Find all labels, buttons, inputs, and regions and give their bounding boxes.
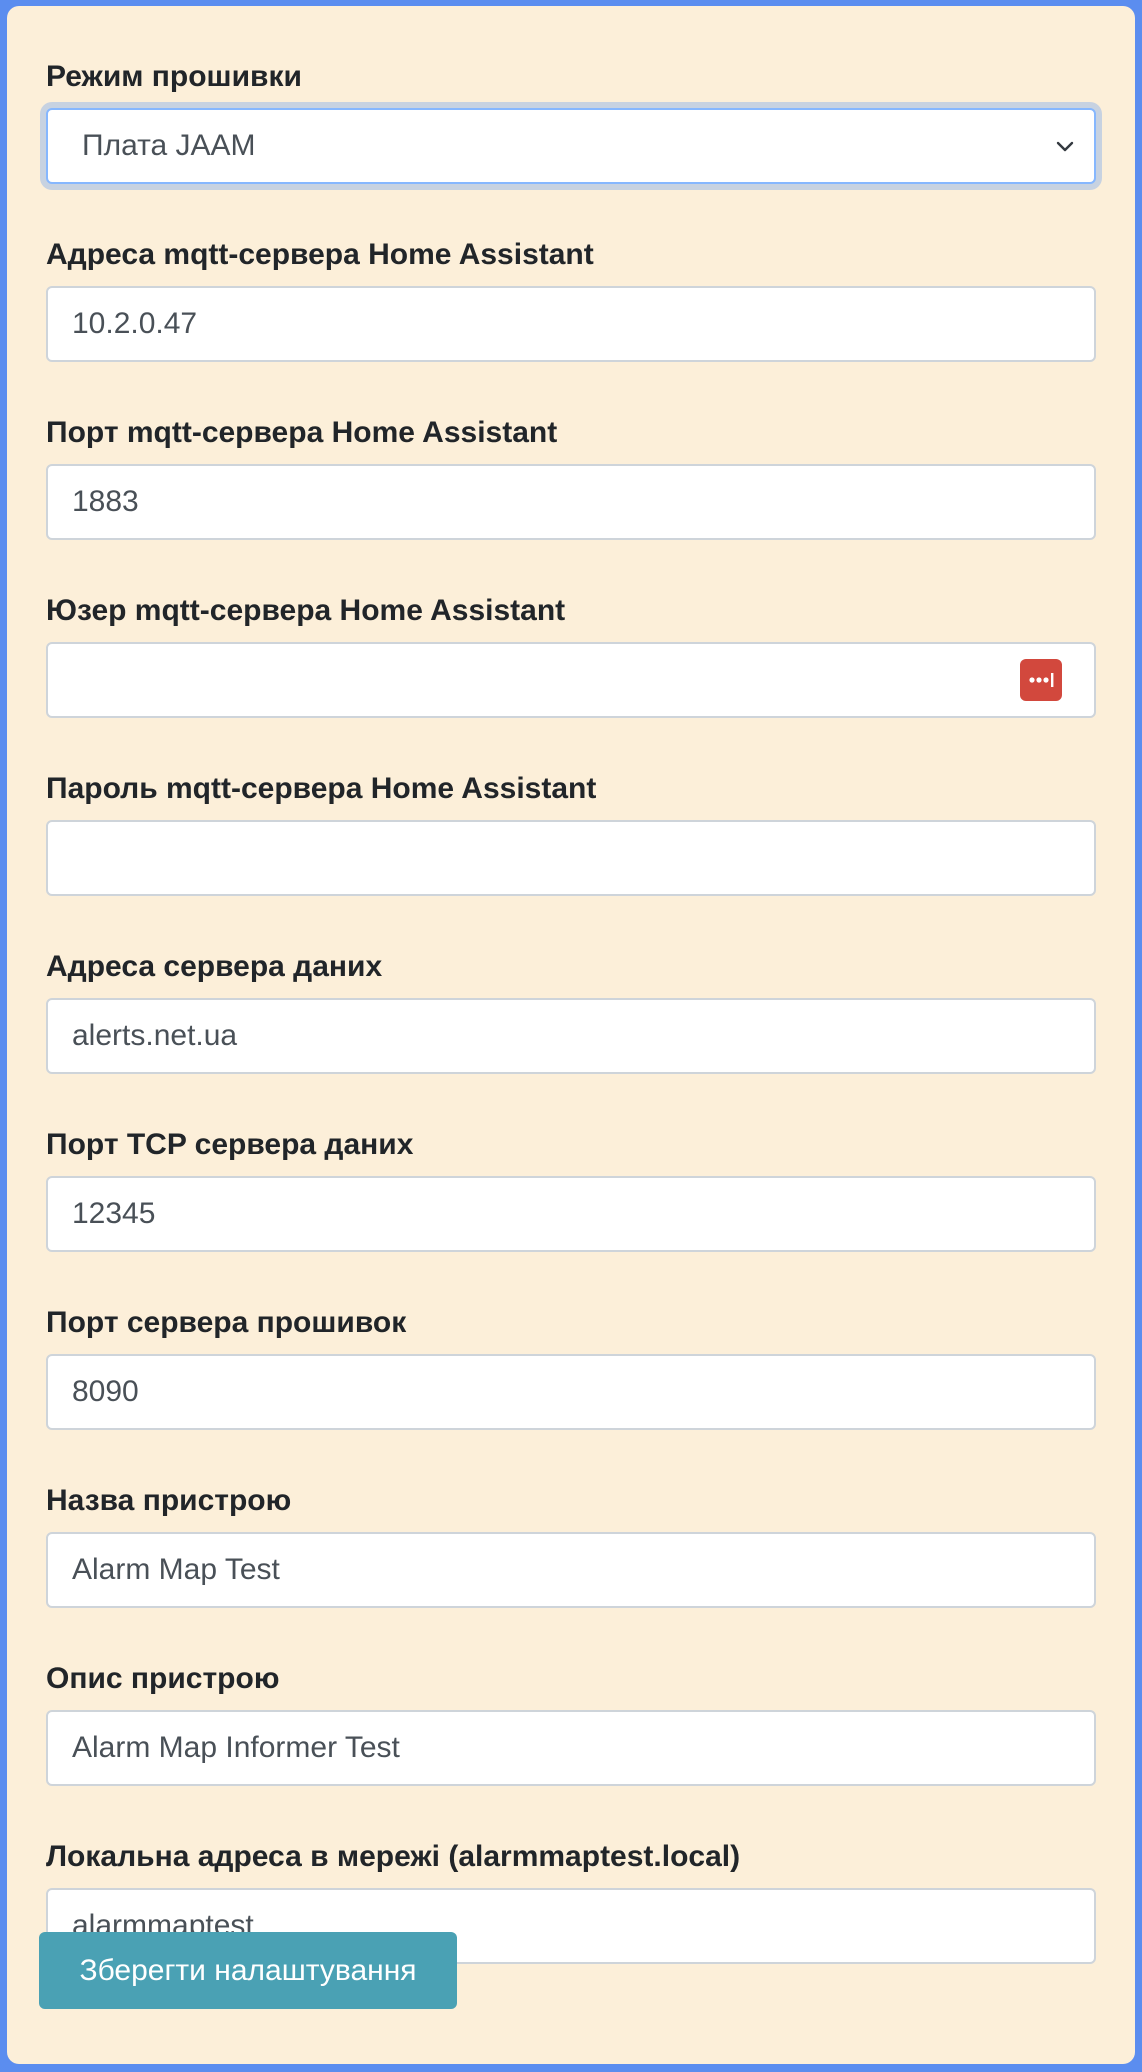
mqtt-password-label: Пароль mqtt-сервера Home Assistant (46, 772, 597, 805)
device-description-value: Alarm Map Informer Test (72, 1731, 400, 1764)
mqtt-host-label: Адреса mqtt-сервера Home Assistant (46, 238, 594, 271)
save-settings-button[interactable]: Зберегти налаштування (39, 1932, 457, 2009)
firmware-server-port-input[interactable]: 8090 (46, 1354, 1096, 1430)
mqtt-user-field: Юзер mqtt-сервера Home Assistant (46, 586, 1096, 718)
mqtt-password-input[interactable] (46, 820, 1096, 896)
mqtt-port-label: Порт mqtt-сервера Home Assistant (46, 416, 558, 449)
mqtt-host-field: Адреса mqtt-сервера Home Assistant 10.2.… (46, 230, 1096, 362)
data-server-host-field: Адреса сервера даних alerts.net.ua (46, 942, 1096, 1074)
firmware-server-port-field: Порт сервера прошивок 8090 (46, 1298, 1096, 1430)
chevron-down-icon (1056, 141, 1074, 152)
mqtt-user-label: Юзер mqtt-сервера Home Assistant (46, 594, 566, 627)
device-description-field: Опис пристрою Alarm Map Informer Test (46, 1654, 1096, 1786)
device-description-input[interactable]: Alarm Map Informer Test (46, 1710, 1096, 1786)
device-name-input[interactable]: Alarm Map Test (46, 1532, 1096, 1608)
mqtt-port-field: Порт mqtt-сервера Home Assistant 1883 (46, 408, 1096, 540)
data-server-port-input[interactable]: 12345 (46, 1176, 1096, 1252)
firmware-server-port-value: 8090 (72, 1375, 139, 1408)
device-description-label: Опис пристрою (46, 1662, 280, 1695)
firmware-mode-selected-value: Плата JAAM (82, 129, 256, 162)
mqtt-host-value: 10.2.0.47 (72, 307, 198, 340)
data-server-port-field: Порт TCP сервера даних 12345 (46, 1120, 1096, 1252)
data-server-port-label: Порт TCP сервера даних (46, 1128, 414, 1161)
data-server-host-label: Адреса сервера даних (46, 950, 383, 983)
device-name-field: Назва пристрою Alarm Map Test (46, 1476, 1096, 1608)
data-server-host-value: alerts.net.ua (72, 1019, 238, 1052)
firmware-mode-select[interactable]: Плата JAAM (46, 108, 1096, 184)
mqtt-user-input[interactable] (46, 642, 1096, 718)
mqtt-port-value: 1883 (72, 485, 139, 518)
mqtt-host-input[interactable]: 10.2.0.47 (46, 286, 1096, 362)
local-address-label: Локальна адреса в мережі (alarmmaptest.l… (46, 1840, 741, 1873)
firmware-mode-field: Режим прошивки Плата JAAM (46, 52, 1096, 184)
device-name-value: Alarm Map Test (72, 1553, 280, 1586)
password-manager-icon[interactable] (1020, 659, 1062, 701)
mqtt-password-field: Пароль mqtt-сервера Home Assistant (46, 764, 1096, 896)
settings-card: Режим прошивки Плата JAAM Адреса mqtt-се… (7, 6, 1135, 2064)
data-server-port-value: 12345 (72, 1197, 156, 1230)
mqtt-port-input[interactable]: 1883 (46, 464, 1096, 540)
device-name-label: Назва пристрою (46, 1484, 292, 1517)
firmware-mode-label: Режим прошивки (46, 60, 302, 93)
firmware-server-port-label: Порт сервера прошивок (46, 1306, 407, 1339)
data-server-host-input[interactable]: alerts.net.ua (46, 998, 1096, 1074)
